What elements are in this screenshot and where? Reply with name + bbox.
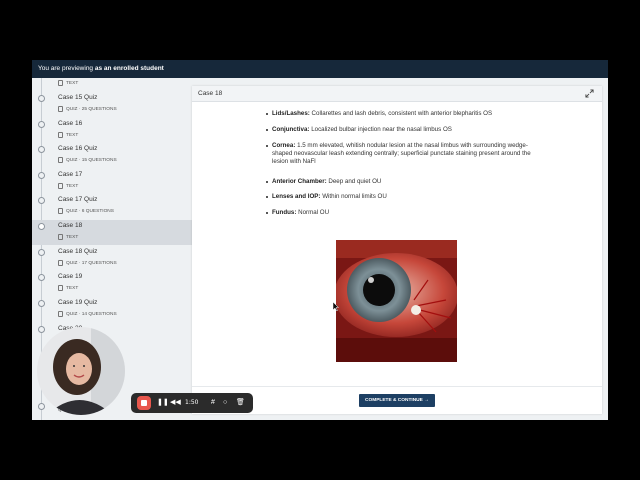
text-doc-icon — [58, 132, 63, 138]
lesson-meta: QUIZ · 25 QUESTIONS — [58, 106, 117, 112]
finding-cornea: Cornea: 1.5 mm elevated, whitish nodular… — [266, 142, 534, 166]
sidebar-item-case19-quiz[interactable]: Case 19 Quiz QUIZ · 14 QUESTIONS — [32, 297, 192, 322]
lesson-meta: QUIZ · 6 QUESTIONS — [58, 208, 114, 214]
pause-icon[interactable]: ❚❚ — [157, 398, 169, 408]
lesson-meta: TEXT — [58, 234, 78, 240]
quiz-doc-icon — [58, 208, 63, 214]
sidebar-item-case19[interactable]: Case 19 TEXT — [32, 271, 192, 296]
lesson-title: Case 18 Quiz — [58, 248, 98, 255]
footer-divider — [192, 386, 602, 387]
finding-anterior-chamber: Anterior Chamber: Deep and quiet OU — [266, 178, 534, 186]
lesson-meta: TEXT — [58, 132, 78, 138]
status-dot — [38, 300, 45, 307]
lesson-title: Case 19 — [58, 273, 83, 280]
complete-continue-button[interactable]: COMPLETE & CONTINUE → — [359, 394, 435, 407]
page-title: Case 18 — [198, 90, 223, 97]
stop-icon[interactable] — [137, 396, 151, 410]
sidebar-item-case15-quiz[interactable]: Case 15 Quiz QUIZ · 25 QUESTIONS — [32, 92, 192, 117]
recording-time: 1:50 — [185, 399, 199, 406]
recording-toolbar: ❚❚ ◀◀ 1:50 # ○ 🗑 — [131, 393, 253, 413]
sidebar-item[interactable]: TEXT — [32, 78, 192, 91]
lesson-title: Case 18 — [58, 222, 83, 229]
quiz-doc-icon — [58, 260, 63, 266]
lesson-meta: TEXT — [58, 285, 78, 291]
finding-fundus: Fundus: Normal OU — [266, 209, 534, 217]
finding-conjunctiva: Conjunctiva: Localized bulbar injection … — [266, 126, 534, 134]
status-dot — [38, 197, 45, 204]
lesson-panel: Case 18 Lids/Lashes: Collarettes and las… — [192, 86, 602, 414]
status-dot — [38, 249, 45, 256]
banner-prefix: You are previewing — [38, 65, 94, 72]
preview-banner: You are previewing as an enrolled studen… — [32, 60, 608, 78]
text-doc-icon — [58, 183, 63, 189]
sidebar-item-case17-quiz[interactable]: Case 17 Quiz QUIZ · 6 QUESTIONS — [32, 194, 192, 219]
quiz-doc-icon — [58, 157, 63, 163]
lesson-meta: QUIZ · 14 QUESTIONS — [58, 311, 117, 317]
sidebar-item-case17[interactable]: Case 17 TEXT — [32, 169, 192, 194]
sidebar-item-case18[interactable]: Case 18 TEXT — [32, 220, 192, 245]
status-dot — [38, 274, 45, 281]
lesson-title: Case 19 Quiz — [58, 299, 98, 306]
banner-strong: as an enrolled student — [94, 65, 164, 72]
mouse-cursor — [333, 302, 339, 311]
status-dot — [38, 223, 45, 230]
expand-icon[interactable] — [585, 89, 594, 98]
quiz-doc-icon — [58, 106, 63, 112]
status-dot — [38, 172, 45, 179]
lesson-title: Case 16 Quiz — [58, 145, 98, 152]
trash-icon[interactable]: 🗑 — [236, 398, 245, 408]
eye-photo — [336, 240, 457, 362]
circle-icon[interactable]: ○ — [223, 398, 227, 408]
status-dot — [38, 95, 45, 102]
sidebar-item-case16[interactable]: Case 16 TEXT — [32, 118, 192, 143]
lesson-meta: TEXT — [58, 183, 78, 189]
webcam-overlay — [37, 327, 125, 415]
text-doc-icon — [58, 80, 63, 86]
lesson-meta: TEXT — [58, 80, 78, 86]
lesson-meta: QUIZ · 17 QUESTIONS — [58, 260, 117, 266]
panel-header: Case 18 — [192, 86, 602, 102]
status-dot — [38, 326, 45, 333]
lesson-title: Case 17 — [58, 171, 83, 178]
grid-icon[interactable]: # — [211, 398, 215, 408]
quiz-doc-icon — [58, 311, 63, 317]
sidebar-item-case18-quiz[interactable]: Case 18 Quiz QUIZ · 17 QUESTIONS — [32, 246, 192, 271]
lesson-title: Case 15 Quiz — [58, 94, 98, 101]
status-dot — [38, 403, 45, 410]
status-dot — [38, 121, 45, 128]
sidebar-item-case16-quiz[interactable]: Case 16 Quiz QUIZ · 15 QUESTIONS — [32, 143, 192, 168]
rewind-icon[interactable]: ◀◀ — [170, 398, 181, 408]
text-doc-icon — [58, 285, 63, 291]
lesson-title: Case 16 — [58, 120, 83, 127]
text-doc-icon — [58, 234, 63, 240]
lesson-title: Case 17 Quiz — [58, 196, 98, 203]
finding-lenses-iop: Lenses and IOP: Within normal limits OU — [266, 193, 534, 201]
lesson-meta: QUIZ · 15 QUESTIONS — [58, 157, 117, 163]
finding-lids: Lids/Lashes: Collarettes and lash debris… — [266, 110, 534, 118]
status-dot — [38, 146, 45, 153]
